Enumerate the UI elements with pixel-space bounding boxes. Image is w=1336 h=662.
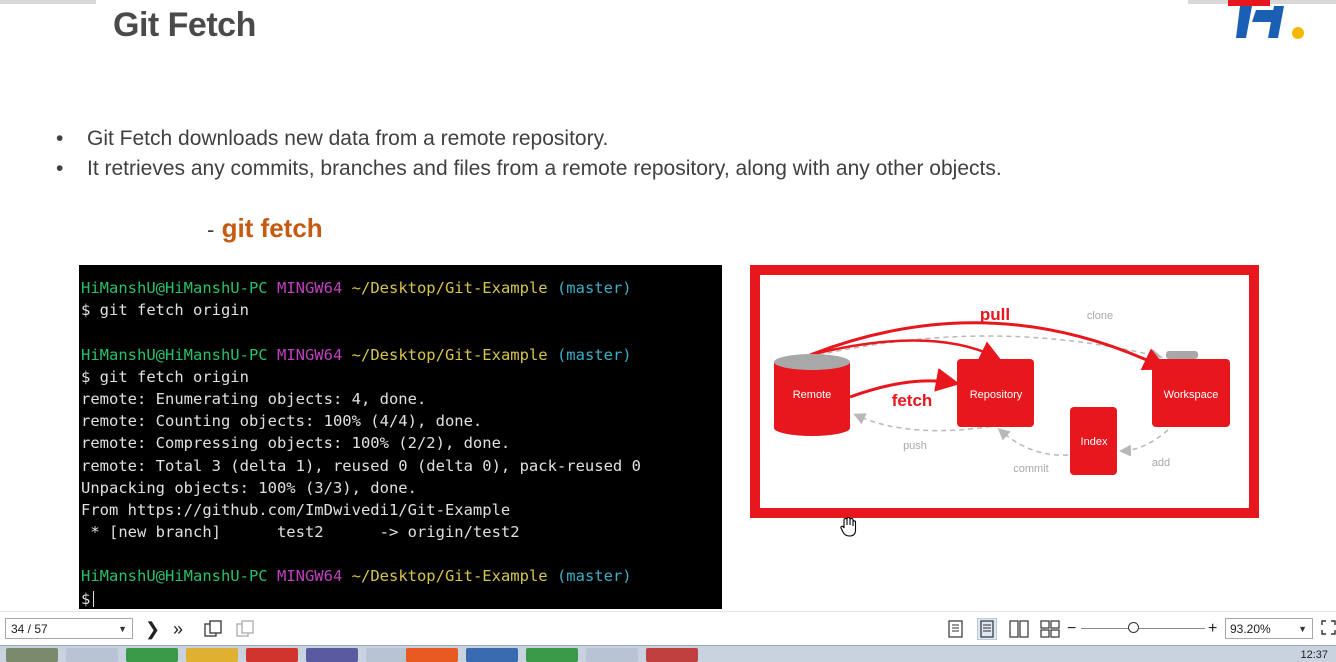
terminal-output-line: * [new branch] test2 -> origin/test2 [81, 523, 520, 542]
commit-arrow [997, 427, 1069, 456]
taskbar-app[interactable] [66, 648, 118, 662]
terminal-output-line: remote: Total 3 (delta 1), reused 0 (del… [81, 456, 641, 475]
terminal-screenshot: HiManshU@HiManshU-PC MINGW64 ~/Desktop/G… [79, 265, 722, 609]
pull-to-repo-arrow [809, 339, 1001, 360]
taskbar-app[interactable] [586, 648, 638, 662]
taskbar-app[interactable] [466, 648, 518, 662]
page-number-select[interactable]: 34 / 57 ▼ [5, 618, 133, 639]
company-logo [1228, 0, 1304, 39]
bullet-list: • Git Fetch downloads new data from a rem… [56, 124, 1002, 184]
taskbar-app[interactable] [246, 648, 298, 662]
two-page-continuous-icon[interactable] [1040, 620, 1060, 642]
command-dash: - [207, 217, 215, 242]
taskbar-app[interactable] [406, 648, 458, 662]
taskbar-clock: 12:37 [1300, 649, 1328, 661]
pull-label: pull [980, 305, 1010, 324]
zoom-select[interactable]: 93.20% ▼ [1225, 618, 1313, 639]
fetch-label: fetch [892, 391, 933, 410]
terminal-output-line: remote: Counting objects: 100% (4/4), do… [81, 412, 483, 431]
terminal-output-line: Unpacking objects: 100% (3/3), done. [81, 478, 417, 497]
taskbar-app[interactable] [306, 648, 358, 662]
git-workflow-diagram: Remote Repository Workspace Index pull c… [750, 265, 1259, 518]
next-page-icon[interactable]: ❯ [145, 618, 160, 640]
remote-label: Remote [793, 389, 832, 401]
zoom-in-icon[interactable]: + [1208, 618, 1217, 640]
terminal-output-line: remote: Compressing objects: 100% (2/2),… [81, 434, 511, 453]
bullet-text: It retrieves any commits, branches and f… [87, 157, 1002, 180]
zoom-out-icon[interactable]: − [1067, 618, 1076, 640]
slide-title: Git Fetch [113, 6, 256, 44]
fullscreen-icon[interactable] [1321, 620, 1336, 642]
taskbar-app[interactable] [646, 648, 698, 662]
bullet-item: • It retrieves any commits, branches and … [56, 157, 1002, 180]
two-page-icon[interactable] [1009, 620, 1029, 642]
zoom-slider-thumb[interactable] [1127, 622, 1139, 633]
copy-icon[interactable] [204, 620, 224, 642]
add-label: add [1152, 457, 1170, 469]
last-page-icon[interactable]: » [173, 618, 183, 640]
push-label: push [903, 440, 927, 452]
bullet-item: • Git Fetch downloads new data from a rem… [56, 127, 609, 150]
single-page-icon[interactable] [947, 620, 965, 642]
terminal-prompt: HiManshU@HiManshU-PC MINGW64 ~/Desktop/G… [81, 567, 632, 586]
workspace-label: Workspace [1164, 389, 1219, 401]
chevron-down-icon: ▼ [118, 624, 127, 634]
text-cursor [93, 591, 95, 608]
clone-label: clone [1087, 310, 1113, 322]
terminal-prompt: HiManshU@HiManshU-PC MINGW64 ~/Desktop/G… [81, 279, 632, 297]
terminal-blank [81, 543, 722, 565]
command-text: git fetch [221, 213, 323, 243]
hand-cursor-icon [840, 516, 857, 537]
taskbar-app[interactable] [186, 648, 238, 662]
bullet-text: Git Fetch downloads new data from a remo… [87, 127, 609, 150]
start-button[interactable] [6, 648, 58, 662]
terminal-command: $ [81, 588, 722, 609]
terminal-command: $ git fetch origin [81, 301, 249, 320]
diagram-canvas: Remote Repository Workspace Index pull c… [774, 305, 1230, 475]
terminal-output-line: remote: Enumerating objects: 4, done. [81, 389, 427, 408]
viewer-statusbar: 34 / 57 ▼ ❯ » − + 93.20% ▼ [0, 611, 1336, 646]
continuous-icon[interactable] [977, 618, 997, 640]
os-taskbar: 12:37 [0, 645, 1336, 662]
commit-label: commit [1013, 463, 1048, 475]
copy-disabled-icon [236, 620, 254, 637]
terminal-command: $ git fetch origin [81, 367, 249, 386]
terminal-prompt: HiManshU@HiManshU-PC MINGW64 ~/Desktop/G… [81, 345, 632, 364]
terminal-blank [81, 321, 722, 343]
window-top-edge [0, 0, 1336, 4]
zoom-slider-track[interactable] [1081, 628, 1205, 629]
add-arrow [1119, 429, 1169, 457]
taskbar-app[interactable] [126, 648, 178, 662]
command-label: - git fetch [207, 213, 323, 244]
index-label: Index [1081, 436, 1108, 448]
repository-label: Repository [970, 389, 1023, 401]
taskbar-app[interactable] [526, 648, 578, 662]
chevron-down-icon: ▼ [1298, 624, 1307, 634]
terminal-output-line: From https://github.com/ImDwivedi1/Git-E… [81, 500, 511, 519]
